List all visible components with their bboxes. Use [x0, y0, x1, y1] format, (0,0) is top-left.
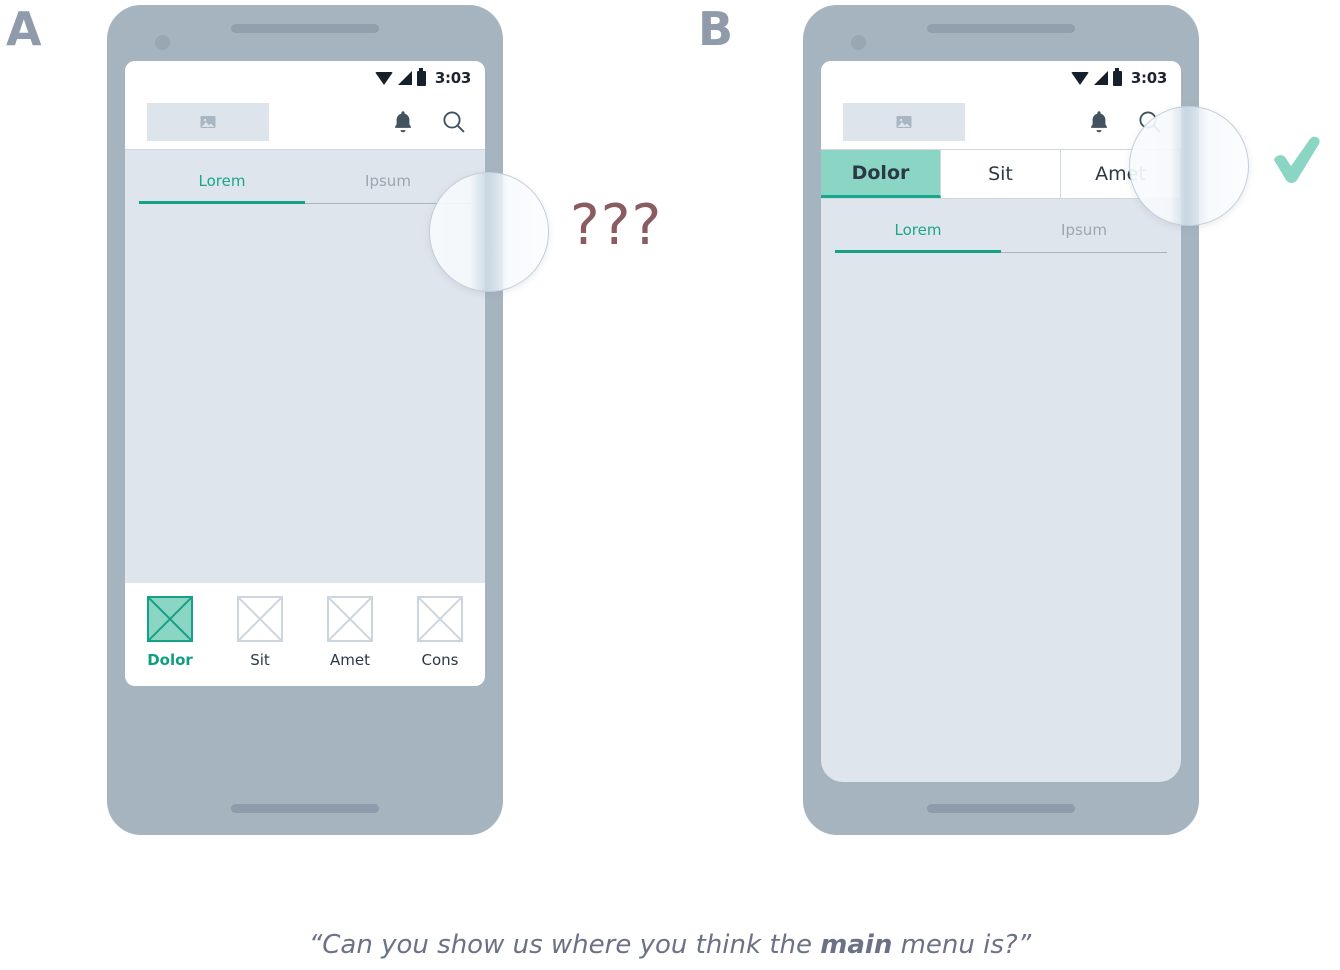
content-tab-labels: Lorem Ipsum [821, 221, 1181, 250]
content-tab-ipsum[interactable]: Ipsum [1001, 221, 1167, 250]
nav-placeholder-icon-dolor [147, 596, 193, 642]
phone-mockup-b: 3:03 Dolor Sit Amet Lorem Ipsum [803, 5, 1199, 835]
phone-front-camera [155, 35, 170, 50]
caption-quote: “Can you show us where you think the mai… [0, 930, 1340, 960]
status-bar: 3:03 [125, 61, 485, 95]
status-bar-clock: 3:03 [434, 69, 471, 87]
check-icon [1274, 136, 1320, 183]
phone-b-screen: 3:03 Dolor Sit Amet Lorem Ipsum [821, 61, 1181, 782]
content-tab-underline-inactive [305, 202, 471, 204]
content-tab-lorem[interactable]: Lorem [139, 172, 305, 201]
main-tab-amet[interactable]: Amet [1061, 150, 1181, 198]
bottom-navigation-bar: Dolor Sit Amet Cons [125, 583, 485, 686]
app-bar [821, 95, 1181, 150]
battery-icon [1112, 68, 1122, 86]
content-tab-labels: Lorem Ipsum [125, 172, 485, 201]
nav-placeholder-icon-amet [327, 596, 373, 642]
app-bar-actions [1087, 109, 1163, 135]
content-tab-lorem[interactable]: Lorem [835, 221, 1001, 250]
panel-label-b: B [698, 2, 733, 56]
phone-home-indicator [231, 804, 379, 813]
caption-before: “Can you show us where you think the [308, 930, 821, 960]
bottom-nav-item-amet[interactable]: Amet [305, 596, 395, 669]
phone-b-main-menu-tabs: Dolor Sit Amet [821, 150, 1181, 199]
wifi-icon [1070, 71, 1089, 85]
app-bar [125, 95, 485, 150]
bottom-nav-label-dolor: Dolor [147, 651, 193, 669]
signal-icon [397, 71, 412, 85]
nav-placeholder-icon-cons [417, 596, 463, 642]
caption-after: menu is?” [892, 930, 1032, 960]
bell-icon[interactable] [391, 109, 415, 135]
logo-placeholder [843, 103, 965, 141]
bottom-nav-label-cons: Cons [421, 651, 459, 669]
phone-a-screen: 3:03 Lorem Ipsum Dolor Sit Amet Cons [125, 61, 485, 686]
search-icon[interactable] [441, 109, 467, 135]
status-bar-clock: 3:03 [1130, 69, 1167, 87]
bottom-nav-item-cons[interactable]: Cons [395, 596, 485, 669]
phone-b-content-tabs: Lorem Ipsum [821, 199, 1181, 253]
question-marks-annotation: ??? [570, 193, 663, 258]
image-placeholder-icon [896, 116, 912, 128]
phone-speaker-grille [927, 24, 1075, 33]
content-tab-underlines [125, 201, 485, 204]
content-tab-underline-active [139, 201, 305, 204]
bottom-nav-label-amet: Amet [330, 651, 370, 669]
logo-placeholder [147, 103, 269, 141]
phone-a-content-tabs: Lorem Ipsum [125, 150, 485, 204]
bottom-nav-item-sit[interactable]: Sit [215, 596, 305, 669]
caption-emphasis: main [820, 930, 893, 960]
phone-mockup-a: 3:03 Lorem Ipsum Dolor Sit Amet Cons [107, 5, 503, 835]
battery-icon [416, 68, 426, 86]
panel-label-a: A [6, 2, 42, 56]
phone-front-camera [851, 35, 866, 50]
image-placeholder-icon [200, 116, 216, 128]
phone-speaker-grille [231, 24, 379, 33]
signal-icon [1093, 71, 1108, 85]
content-tab-underlines [821, 250, 1181, 253]
status-bar: 3:03 [821, 61, 1181, 95]
bottom-nav-item-dolor[interactable]: Dolor [125, 596, 215, 669]
content-tab-underline-active [835, 250, 1001, 253]
bottom-nav-label-sit: Sit [250, 651, 270, 669]
phone-home-indicator [927, 804, 1075, 813]
content-tab-ipsum[interactable]: Ipsum [305, 172, 471, 201]
app-bar-actions [391, 109, 467, 135]
main-tab-dolor[interactable]: Dolor [821, 150, 941, 198]
bell-icon[interactable] [1087, 109, 1111, 135]
wifi-icon [374, 71, 393, 85]
main-tab-sit[interactable]: Sit [941, 150, 1061, 198]
content-tab-underline-inactive [1001, 251, 1167, 253]
nav-placeholder-icon-sit [237, 596, 283, 642]
search-icon[interactable] [1137, 109, 1163, 135]
